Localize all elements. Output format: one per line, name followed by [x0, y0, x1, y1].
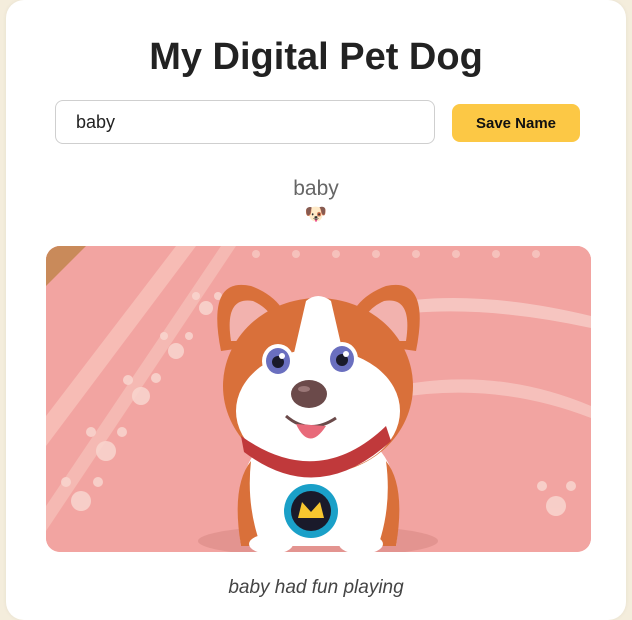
pet-image[interactable] [46, 246, 591, 552]
pet-name-display: baby [293, 177, 339, 200]
corgi-image [46, 246, 591, 552]
save-name-button[interactable]: Save Name [452, 104, 580, 142]
pet-status-message: baby had fun playing [228, 577, 404, 598]
dog-emoji-icon: 🐶 [304, 204, 328, 224]
page-title: My Digital Pet Dog [149, 36, 483, 78]
pet-name-input[interactable] [55, 100, 435, 144]
